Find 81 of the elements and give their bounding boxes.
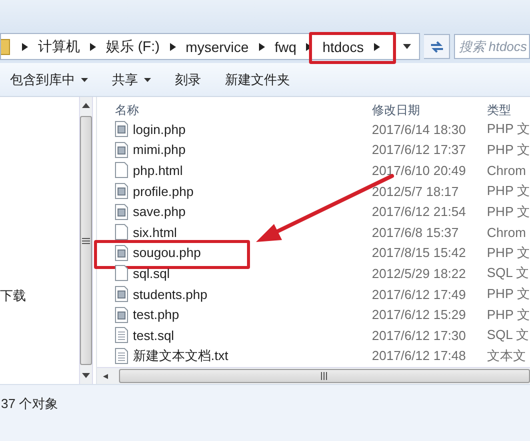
date-cell-text: 2017/6/12 17:48 [372, 348, 467, 364]
date-cell-text: 2017/6/12 15:29 [372, 307, 467, 322]
file-icon [114, 265, 128, 282]
file-name[interactable]: students.php [132, 286, 208, 302]
left-arrow-icon[interactable] [102, 374, 111, 378]
script-file-icon [114, 244, 128, 261]
date-cell-text: 2017/6/8 15:37 [372, 224, 460, 240]
script-file-icon [114, 286, 128, 302]
scrollbar[interactable] [96, 367, 530, 384]
type-cell: SQL 文 [486, 326, 530, 344]
file-icon [114, 162, 128, 178]
date-cell-text: 2017/6/14 18:30 [372, 122, 467, 137]
chevron-icon [22, 42, 28, 50]
file-icon [114, 224, 128, 240]
date-cell-text: 2012/5/7 18:17 [372, 184, 460, 199]
breadcrumb[interactable]: fwq [270, 38, 300, 54]
type-cell: PHP 文 [486, 244, 530, 262]
grip-icon[interactable] [321, 372, 328, 380]
column-header[interactable]: 类型 [486, 102, 530, 119]
item-count: 37 个对象 [1, 395, 58, 413]
toolbar-button[interactable]: 包含到库中 [2, 66, 96, 92]
type-cell: PHP 文 [486, 285, 530, 304]
type-cell-text: Chrom [486, 224, 527, 240]
column-header[interactable]: 修改日期 [372, 102, 487, 119]
file-name[interactable]: sougou.php [132, 245, 201, 260]
date-cell-text: 2017/6/10 20:49 [372, 162, 467, 178]
type-cell: PHP 文 [486, 202, 530, 221]
script-file-icon [114, 204, 128, 220]
script-file-icon [114, 306, 128, 323]
chevron-icon [90, 42, 96, 50]
breadcrumb[interactable]: htdocs [318, 38, 368, 54]
chevron-icon [258, 42, 265, 50]
file-name[interactable]: sql.sql [132, 266, 170, 281]
up-arrow-icon[interactable] [82, 103, 90, 108]
type-cell: PHP 文 [486, 140, 530, 159]
type-cell-text: Chrom [486, 162, 527, 178]
toolbar-button[interactable]: 刻录 [167, 66, 209, 92]
date-cell-text: 2017/6/12 17:30 [372, 328, 467, 343]
file-name[interactable]: test.sql [132, 328, 174, 343]
file-name[interactable]: mimi.php [132, 142, 186, 158]
grip-icon[interactable] [82, 238, 90, 244]
date-cell-text: 2012/5/29 18:22 [372, 266, 467, 281]
file-name[interactable]: 新建文本文档.txt [132, 346, 228, 365]
date-cell-text: 2017/6/12 17:49 [372, 286, 467, 302]
type-cell: PHP 文 [486, 182, 530, 200]
column-header[interactable]: 名称 [114, 102, 372, 119]
refresh-icon [428, 40, 444, 54]
type-cell: SQL 文 [486, 264, 530, 282]
script-file-icon [114, 183, 128, 200]
text-file-icon [114, 327, 128, 344]
toolbar-button[interactable]: 新建文件夹 [217, 66, 298, 92]
dropdown-icon[interactable] [403, 44, 411, 49]
file-name[interactable]: profile.php [132, 184, 194, 199]
file-name[interactable]: save.php [132, 204, 186, 220]
date-cell-text: 2017/6/12 21:54 [372, 204, 467, 220]
caret-icon [144, 78, 151, 82]
down-arrow-icon[interactable] [82, 373, 90, 378]
search-field[interactable]: 搜索 htdocs [454, 34, 530, 59]
toolbar-button[interactable]: 共享 [104, 66, 159, 92]
caret-icon [81, 78, 88, 82]
text-file-icon [114, 348, 128, 364]
file-name[interactable]: six.html [132, 224, 177, 240]
breadcrumb[interactable]: myservice [182, 38, 253, 54]
folder-icon [1, 38, 10, 54]
refresh-button[interactable] [424, 34, 450, 59]
file-name[interactable]: test.php [132, 307, 180, 322]
file-name[interactable]: php.html [132, 162, 183, 178]
date-cell-text: 2017/6/12 17:37 [372, 142, 467, 158]
breadcrumb[interactable]: 娱乐 (F:) [102, 38, 164, 56]
nav-item[interactable]: 下载 [0, 287, 26, 305]
type-cell: PHP 文 [486, 306, 530, 324]
scrollbar[interactable] [78, 97, 93, 384]
date-cell-text: 2017/8/15 15:42 [372, 245, 467, 260]
script-file-icon [114, 142, 128, 158]
chevron-icon [374, 42, 380, 50]
file-name[interactable]: login.php [132, 122, 186, 137]
script-file-icon [114, 121, 128, 138]
type-cell: PHP 文 [486, 120, 530, 138]
type-cell-text: 文本文 [486, 346, 527, 365]
breadcrumb[interactable]: 计算机 [34, 38, 84, 56]
chevron-icon [170, 42, 176, 50]
